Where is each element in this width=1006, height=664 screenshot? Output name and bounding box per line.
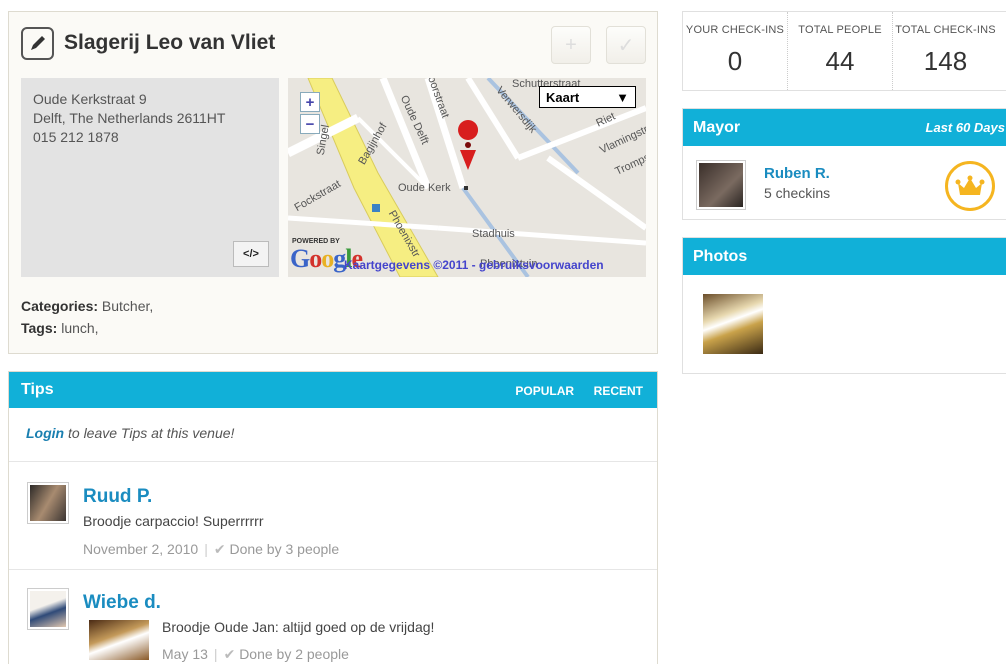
avatar[interactable]	[696, 160, 746, 210]
map-credits-link[interactable]: Kaartgegevens ©2011 - gebruiksvoorwaarde…	[344, 258, 604, 272]
tip-photo[interactable]	[89, 620, 149, 660]
stat-value: 148	[923, 46, 968, 76]
stat-value: 44	[825, 46, 855, 76]
mayor-checkins: 5 checkins	[764, 185, 831, 201]
tip-done-count[interactable]: Done by 3 people	[229, 541, 339, 557]
login-link[interactable]: Login	[26, 425, 64, 441]
crown-icon	[945, 161, 995, 211]
mayor-title: Mayor	[693, 118, 741, 136]
venue-title: Slagerij Leo van Vliet	[64, 31, 276, 54]
zoom-in-button[interactable]: +	[300, 92, 320, 112]
stat-your-checkins: YOUR CHECK-INS 0	[683, 12, 788, 90]
add-to-list-button[interactable]: +	[551, 26, 591, 64]
mayor-name[interactable]: Ruben R.	[764, 165, 830, 182]
categories-value[interactable]: Butcher,	[102, 298, 153, 314]
address-line2: Delft, The Netherlands 2611HT	[33, 110, 226, 126]
photo-thumbnail[interactable]	[703, 294, 763, 354]
venue-meta: Categories: Butcher, Tags: lunch,	[21, 295, 153, 339]
tip-user-name[interactable]: Ruud P.	[83, 486, 152, 508]
stats-card: YOUR CHECK-INS 0 TOTAL PEOPLE 44 TOTAL C…	[682, 11, 1006, 91]
stat-value: 0	[727, 46, 743, 76]
stat-label: TOTAL PEOPLE	[798, 24, 882, 36]
map-label-stadhuis: Stadhuis	[472, 228, 515, 240]
avatar[interactable]	[27, 482, 69, 524]
map-type-select[interactable]: Kaart ▼	[539, 86, 636, 108]
triangle-down-icon: ▼	[616, 89, 629, 105]
tip-item: Wiebe d. Broodje Oude Jan: altijd goed o…	[9, 570, 657, 664]
avatar[interactable]	[27, 588, 69, 630]
zoom-control: + −	[300, 92, 321, 136]
checkmark-icon: ✔	[213, 541, 226, 557]
venue-map[interactable]: Oude Kerk Stadhuis Fockstraat Bagijnhof …	[288, 78, 646, 277]
stat-label: YOUR CHECK-INS	[685, 24, 785, 36]
tip-done-count[interactable]: Done by 2 people	[239, 646, 349, 662]
venue-header: Slagerij Leo van Vliet	[21, 26, 275, 60]
checkmark-icon: ✓	[617, 34, 635, 57]
venue-card: Slagerij Leo van Vliet + ✓ Oude Kerkstra…	[8, 11, 658, 354]
address-line1: Oude Kerkstraat 9	[33, 91, 147, 107]
phone-number: 015 212 1878	[33, 129, 119, 145]
tip-item: Ruud P. Broodje carpaccio! Superrrrrr No…	[9, 462, 657, 570]
stat-total-checkins: TOTAL CHECK-INS 148	[893, 12, 998, 90]
photos-title: Photos	[693, 247, 748, 265]
tip-user-name[interactable]: Wiebe d.	[83, 592, 161, 614]
tips-header: Tips POPULAR RECENT	[9, 372, 657, 408]
pencil-icon[interactable]	[21, 26, 54, 60]
tip-meta: May 13 | ✔ Done by 2 people	[162, 646, 349, 662]
tab-recent[interactable]: RECENT	[594, 384, 643, 398]
checkmark-icon: ✔	[223, 646, 236, 662]
map-type-label: Kaart	[546, 89, 580, 105]
tips-tabs: POPULAR RECENT	[499, 383, 643, 398]
mayor-period: Last 60 Days	[925, 120, 1006, 135]
photos-card: Photos	[682, 237, 1006, 374]
plus-icon: +	[565, 33, 577, 56]
tab-popular[interactable]: POPULAR	[515, 384, 574, 398]
map-label-oude-kerk: Oude Kerk	[398, 182, 451, 194]
embed-code-button[interactable]: </>	[233, 241, 269, 267]
tip-date[interactable]: May 13	[162, 646, 208, 662]
mayor-header: Mayor Last 60 Days	[683, 109, 1006, 146]
login-prompt: Login to leave Tips at this venue!	[9, 408, 657, 462]
stat-total-people: TOTAL PEOPLE 44	[788, 12, 893, 90]
tags-value[interactable]: lunch,	[61, 320, 98, 336]
tips-card: Tips POPULAR RECENT Login to leave Tips …	[8, 371, 658, 664]
check-in-button[interactable]: ✓	[606, 26, 646, 64]
photos-header: Photos	[683, 238, 1006, 275]
login-prompt-text: to leave Tips at this venue!	[64, 425, 235, 441]
mayor-card: Mayor Last 60 Days Ruben R. 5 checkins	[682, 108, 1006, 220]
address-box: Oude Kerkstraat 9 Delft, The Netherlands…	[21, 78, 279, 277]
tip-meta: November 2, 2010 | ✔ Done by 3 people	[83, 541, 340, 557]
stat-label: TOTAL CHECK-INS	[895, 24, 996, 36]
tip-date[interactable]: November 2, 2010	[83, 541, 198, 557]
zoom-out-button[interactable]: −	[300, 114, 320, 134]
categories-label: Categories:	[21, 298, 99, 314]
tip-text: Broodje carpaccio! Superrrrrr	[83, 513, 264, 529]
tip-text: Broodje Oude Jan: altijd goed op de vrij…	[162, 619, 435, 635]
tags-label: Tags:	[21, 320, 58, 336]
tips-title: Tips	[21, 381, 54, 398]
